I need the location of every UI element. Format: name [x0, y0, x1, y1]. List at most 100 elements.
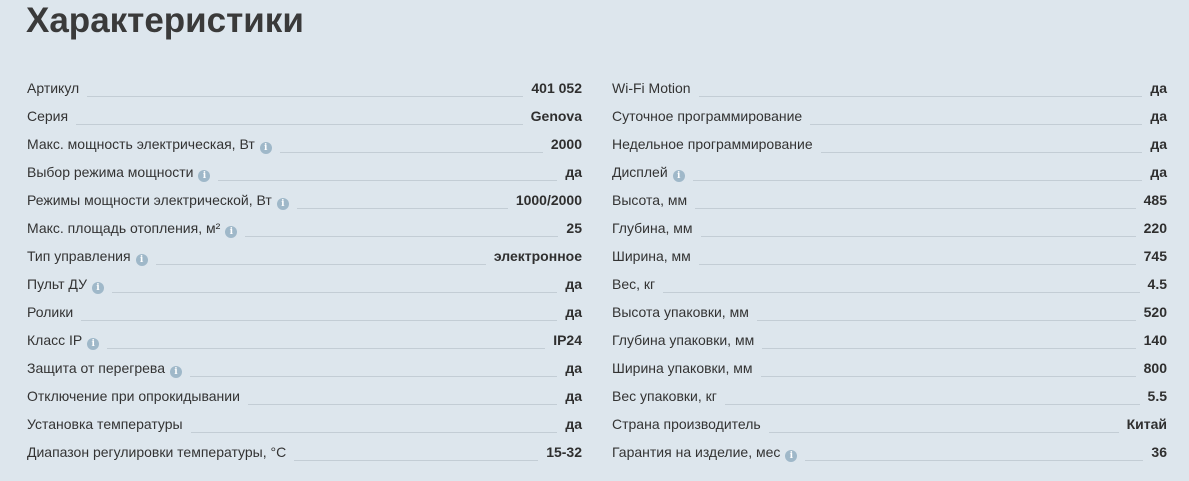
spec-row: Wi-Fi Motion да — [612, 74, 1167, 102]
leader-line — [189, 376, 558, 377]
spec-value: да — [1150, 136, 1167, 152]
spec-row: Макс. площадь отопления, м² i 25 — [27, 214, 582, 242]
spec-value: да — [565, 164, 582, 180]
leader-line — [245, 236, 559, 237]
spec-value: 520 — [1143, 304, 1167, 320]
leader-line — [87, 96, 524, 97]
spec-value: да — [565, 304, 582, 320]
spec-value: да — [565, 276, 582, 292]
specs-column-left: Артикул 401 052 Серия Genova Макс. мощность … — [27, 74, 582, 466]
spec-row: Выбор режима мощности i да — [27, 158, 582, 186]
spec-label: Wi-Fi Motion — [612, 80, 691, 96]
info-icon[interactable]: i — [198, 170, 211, 182]
spec-row: Ширина упаковки, мм 800 — [612, 354, 1167, 382]
spec-label: Ролики — [27, 304, 74, 320]
spec-label: Высота, мм — [612, 192, 688, 208]
info-icon[interactable]: i — [87, 338, 100, 350]
spec-value: 4.5 — [1147, 276, 1167, 292]
leader-line — [760, 376, 1136, 377]
spec-row: Ширина, мм 745 — [612, 242, 1167, 270]
spec-label: Установка температуры — [27, 416, 183, 432]
leader-line — [247, 404, 558, 405]
spec-row: Страна производитель Китай — [612, 410, 1167, 438]
spec-row: Отключение при опрокидывании да — [27, 382, 582, 410]
spec-row: Ролики да — [27, 298, 582, 326]
spec-row: Глубина упаковки, мм 140 — [612, 326, 1167, 354]
spec-value: 36 — [1151, 444, 1167, 460]
spec-value: 1000/2000 — [515, 192, 582, 208]
leader-line — [296, 208, 508, 209]
info-icon[interactable]: i — [225, 226, 238, 238]
spec-row: Гарантия на изделие, мес i 36 — [612, 438, 1167, 466]
spec-label: Вес, кг — [612, 276, 656, 292]
leader-line — [768, 432, 1119, 433]
leader-line — [820, 152, 1143, 153]
spec-value: да — [565, 416, 582, 432]
spec-row: Диапазон регулировки температуры, °С 15-3… — [27, 438, 582, 466]
info-icon[interactable]: i — [785, 450, 798, 462]
leader-line — [76, 124, 523, 125]
spec-value: да — [565, 388, 582, 404]
info-icon[interactable]: i — [91, 282, 104, 294]
spec-value: 140 — [1143, 332, 1167, 348]
spec-label: Суточное программирование — [612, 108, 803, 124]
spec-row: Высота, мм 485 — [612, 186, 1167, 214]
spec-row: Недельное программирование да — [612, 130, 1167, 158]
leader-line — [756, 320, 1136, 321]
spec-row: Установка температуры да — [27, 410, 582, 438]
spec-label: Страна производитель — [612, 416, 761, 432]
leader-line — [81, 320, 558, 321]
spec-row: Макс. мощность электрическая, Вт i 2000 — [27, 130, 582, 158]
spec-value: да — [565, 360, 582, 376]
spec-label: Высота упаковки, мм — [612, 304, 749, 320]
spec-value: да — [1150, 108, 1167, 124]
spec-label: Макс. мощность электрическая, Вт — [27, 136, 255, 152]
leader-line — [698, 96, 1143, 97]
spec-value: 2000 — [550, 136, 582, 152]
info-icon[interactable]: i — [276, 198, 289, 210]
info-icon[interactable]: i — [169, 366, 182, 378]
spec-value: 800 — [1143, 360, 1167, 376]
spec-label: Режимы мощности электрической, Вт — [27, 192, 272, 208]
spec-row: Вес упаковки, кг 5.5 — [612, 382, 1167, 410]
leader-line — [294, 460, 539, 461]
spec-label: Класс IP — [27, 332, 83, 348]
spec-row: Высота упаковки, мм 520 — [612, 298, 1167, 326]
spec-row: Артикул 401 052 — [27, 74, 582, 102]
spec-value: 15-32 — [546, 444, 582, 460]
spec-label: Артикул — [27, 80, 80, 96]
spec-label: Защита от перегрева — [27, 360, 165, 376]
leader-line — [700, 236, 1136, 237]
leader-line — [663, 292, 1140, 293]
spec-row: Дисплей i да — [612, 158, 1167, 186]
info-icon[interactable]: i — [259, 142, 272, 154]
spec-label: Выбор режима мощности — [27, 164, 194, 180]
spec-value: 5.5 — [1147, 388, 1167, 404]
spec-label: Тип управления — [27, 248, 131, 264]
spec-row: Вес, кг 4.5 — [612, 270, 1167, 298]
spec-value: Китай — [1126, 416, 1167, 432]
spec-label: Отключение при опрокидывании — [27, 388, 240, 404]
specs-column-right: Wi-Fi Motion да Суточное программирование д… — [612, 74, 1167, 466]
leader-line — [279, 152, 543, 153]
spec-row: Пульт ДУ i да — [27, 270, 582, 298]
info-icon[interactable]: i — [135, 254, 148, 266]
leader-line — [218, 180, 558, 181]
spec-value: Genova — [530, 108, 582, 124]
page-title: Характеристики — [26, 1, 304, 40]
spec-value: да — [1150, 164, 1167, 180]
spec-label: Вес упаковки, кг — [612, 388, 717, 404]
leader-line — [692, 180, 1143, 181]
spec-row: Тип управления i электронное — [27, 242, 582, 270]
leader-line — [698, 264, 1136, 265]
spec-label: Гарантия на изделие, мес — [612, 444, 781, 460]
spec-label: Макс. площадь отопления, м² — [27, 220, 221, 236]
spec-row: Режимы мощности электрической, Вт i 1000/2… — [27, 186, 582, 214]
spec-value: IP24 — [553, 332, 582, 348]
leader-line — [190, 432, 558, 433]
spec-row: Глубина, мм 220 — [612, 214, 1167, 242]
leader-line — [107, 348, 546, 349]
leader-line — [810, 124, 1143, 125]
spec-label: Ширина упаковки, мм — [612, 360, 753, 376]
info-icon[interactable]: i — [672, 170, 685, 182]
